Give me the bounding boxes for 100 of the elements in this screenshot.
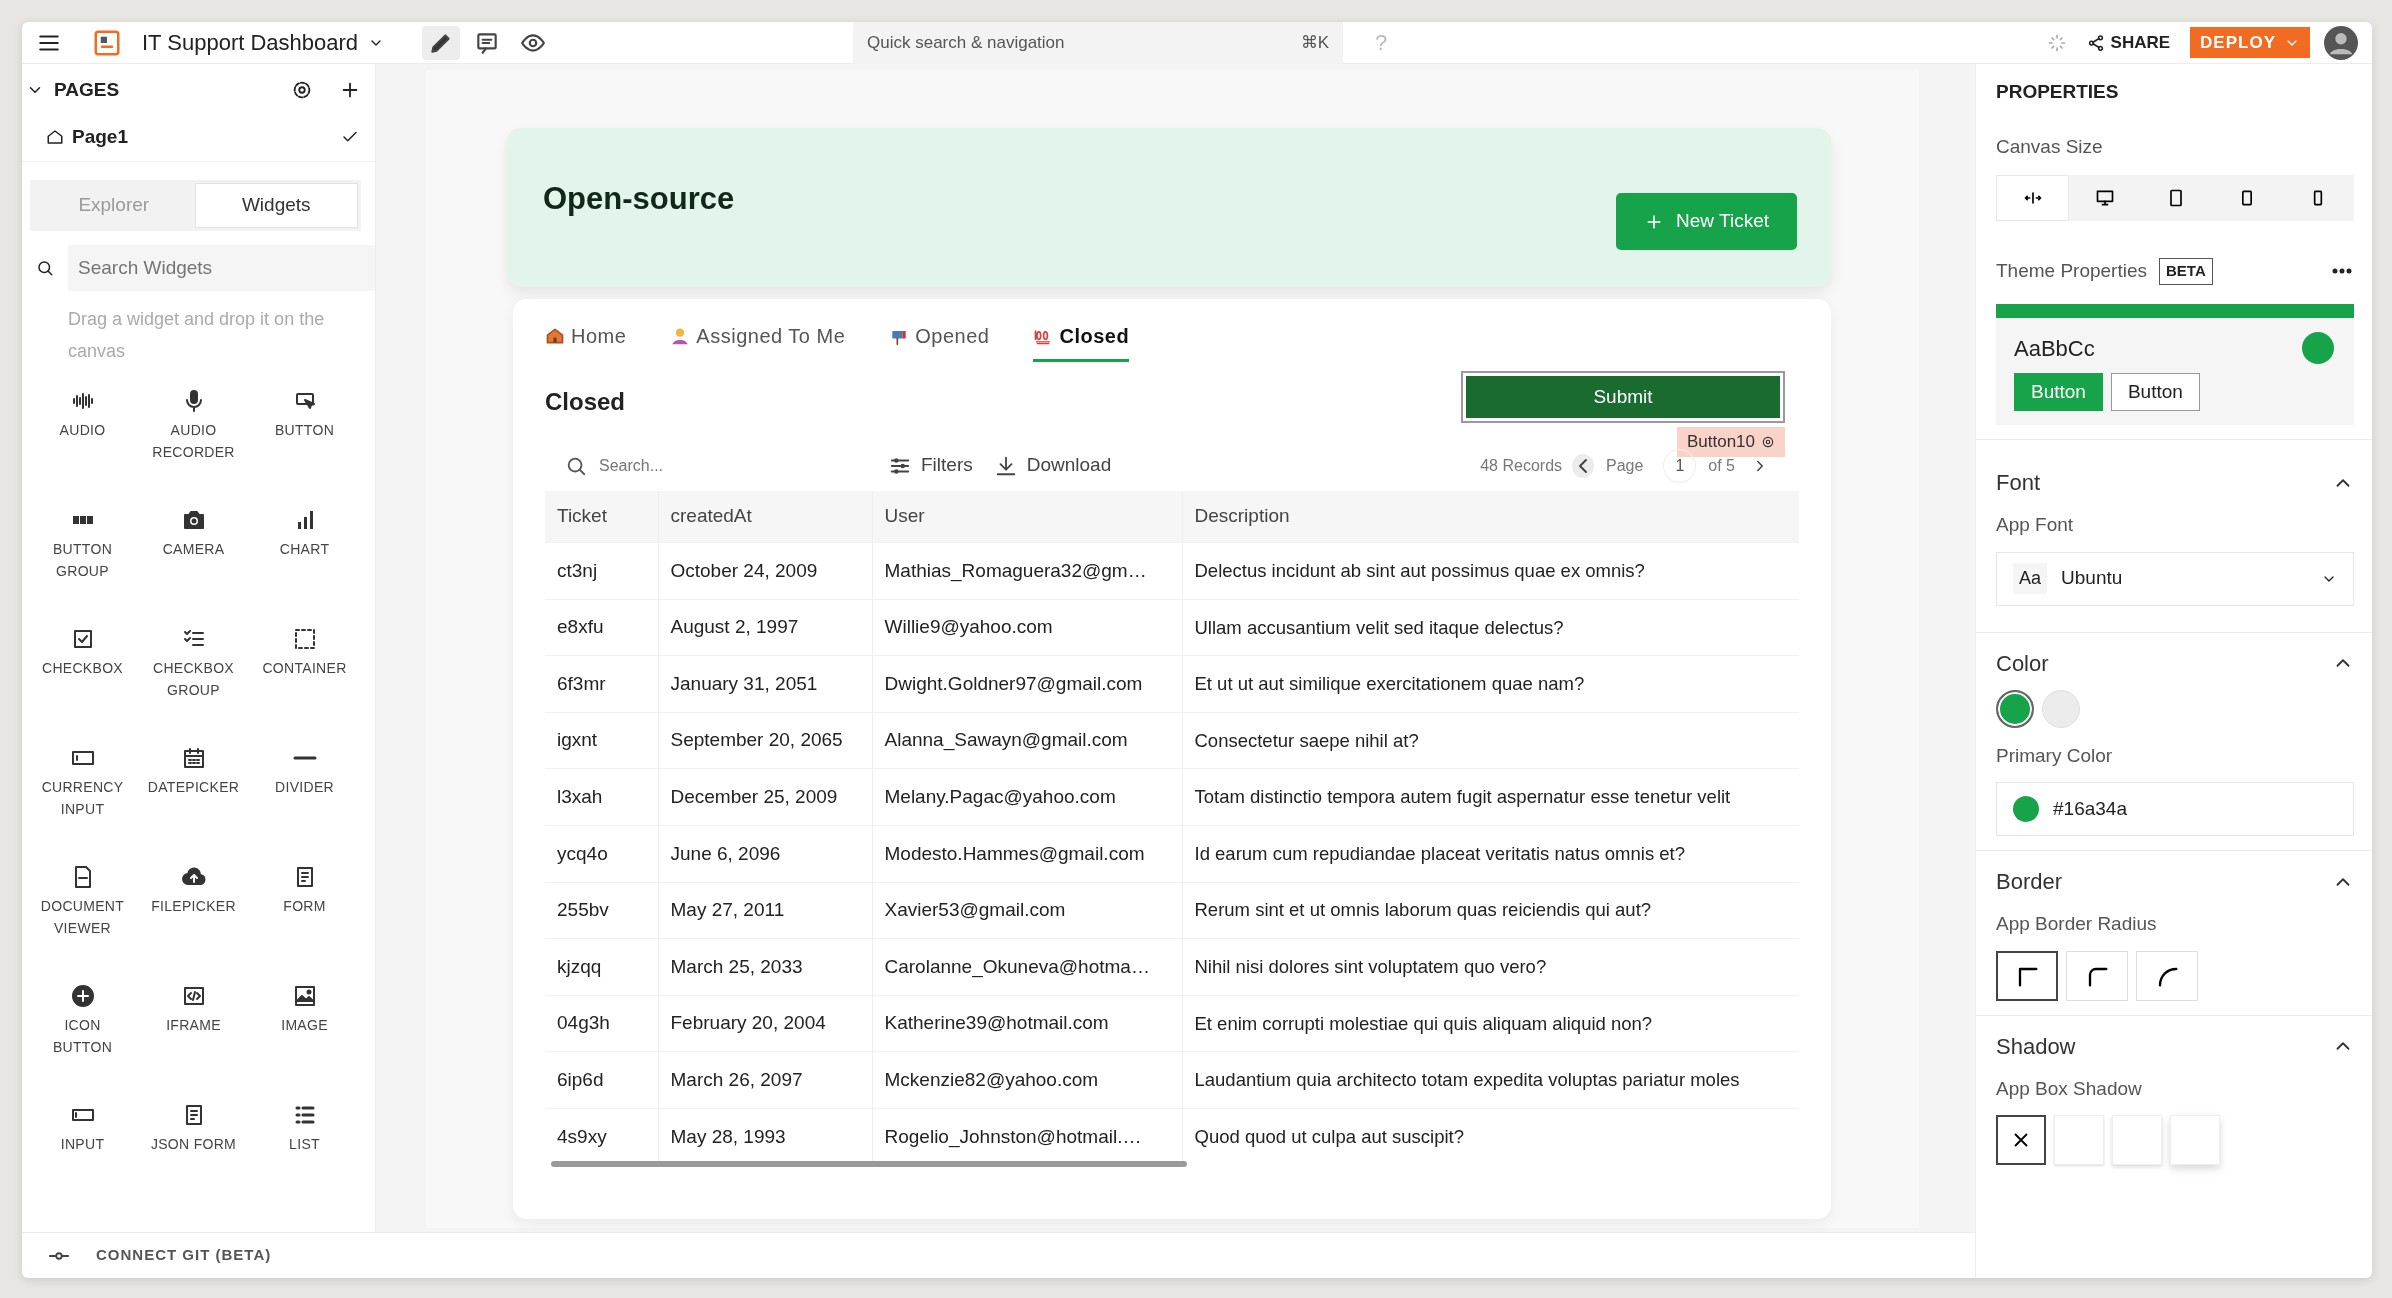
panel-tab[interactable]: Widgets (194, 183, 358, 228)
color-value: #16a34a (2053, 796, 2127, 821)
widget-tile[interactable]: BUTTON (249, 385, 360, 498)
desktop-icon (2094, 188, 2115, 208)
pencil-mode-button[interactable] (422, 25, 461, 60)
widget-tile[interactable]: FORM (249, 861, 360, 974)
quick-search-field[interactable]: Quick search & navigation ⌘K (853, 22, 1343, 64)
widget-tile[interactable]: ICON BUTTON (27, 980, 138, 1093)
table-cell: kjzqq (545, 938, 658, 996)
widget-tile[interactable]: CAMERA (138, 504, 249, 617)
share-icon (2086, 33, 2105, 52)
calendar-icon (181, 746, 206, 770)
field-label: Canvas Size (1996, 134, 2104, 159)
table-cell: l3xah (545, 768, 658, 826)
connect-git-button[interactable]: CONNECT GIT (BETA) (90, 1240, 278, 1271)
table-cell: Mathias_Romaguera32@gm… (872, 542, 1182, 600)
widget-tile[interactable]: CHECKBOX (27, 623, 138, 736)
widget-tile[interactable]: FILEPICKER (138, 861, 249, 974)
widget-tile[interactable]: BUTTON GROUP (27, 504, 138, 617)
table-cell: February 20, 2004 (658, 995, 872, 1052)
table-cell: Ullam accusantium velit sed itaque delectus? (1182, 599, 1799, 656)
table-cell: Consectetur saepe nihil at? (1182, 712, 1799, 769)
page-item[interactable]: Page1 (22, 112, 375, 162)
shadow-option[interactable] (1996, 1115, 2046, 1165)
font-select[interactable]: Aa Ubuntu (1996, 551, 2354, 606)
table-cell: Melany.Pagac@yahoo.com (872, 768, 1182, 826)
home-icon (46, 127, 64, 146)
table-search-field[interactable]: Search... (597, 452, 847, 479)
drag-hint: Drag a widget and drop it on the canvas (67, 308, 326, 363)
field-label: Theme Properties (1996, 259, 2147, 283)
column-header[interactable]: createdAt (658, 490, 872, 543)
widget-tile[interactable]: IFRAME (138, 980, 249, 1093)
table-cell: Willie9@yahoo.com (872, 599, 1182, 656)
column-header[interactable]: Ticket (545, 490, 658, 543)
column-header[interactable]: Description (1182, 490, 1799, 543)
previous-page-button[interactable] (1572, 453, 1595, 478)
share-button[interactable]: SHARE (2080, 25, 2177, 60)
table-cell: Quod quod ut culpa aut suscipit? (1182, 1108, 1799, 1166)
widget-tile[interactable]: IMAGE (249, 980, 360, 1093)
widget-tile[interactable]: AUDIO RECORDER (138, 385, 249, 498)
table-cell: May 27, 2011 (658, 882, 872, 939)
plus-circle-icon (70, 984, 95, 1008)
table-cell: March 25, 2033 (658, 938, 872, 996)
panel-title: PROPERTIES (1996, 80, 2120, 104)
radius-option[interactable] (1996, 950, 2058, 1001)
widget-tile[interactable]: DATEPICKER (138, 742, 249, 855)
table-cell: Alanna_Sawayn@gmail.com (872, 712, 1182, 769)
canvas-tab[interactable]: Home (545, 321, 627, 362)
widget-tile[interactable]: INPUT (27, 1099, 138, 1212)
widget-tile[interactable]: CURRENCY INPUT (27, 742, 138, 855)
field-label: App Font (1996, 513, 2075, 537)
field-label: App Border Radius (1996, 912, 2158, 936)
search-icon (36, 258, 54, 277)
canvas-tab[interactable]: Assigned To Me (670, 321, 846, 362)
secondary-sample-button[interactable]: Button (2110, 372, 2200, 411)
page-count: of 5 (1708, 455, 1735, 476)
section-heading: Font (1996, 469, 2041, 497)
table-cell: 255bv (545, 882, 658, 939)
widget-tile[interactable]: DIVIDER (249, 742, 360, 855)
table-cell: September 20, 2065 (658, 712, 872, 769)
download-button[interactable]: Download (988, 447, 1118, 484)
chevron-left-icon (1578, 457, 1589, 474)
search-placeholder: Quick search & navigation (867, 31, 1065, 54)
app-name-dropdown[interactable]: IT Support Dashboard (136, 22, 391, 63)
shortcut-hint: ⌘K (1300, 31, 1329, 54)
table-cell: ct3nj (545, 542, 658, 600)
table-cell: Nihil nisi dolores sint voluptatem quo vero? (1182, 938, 1799, 996)
table-cell: Totam distinctio tempora autem fugit aspernatur esse tenetur velit (1182, 768, 1799, 826)
column-header[interactable]: User (872, 490, 1182, 543)
section-heading: Border (1996, 868, 2063, 896)
widget-tile[interactable]: LIST (249, 1099, 360, 1212)
widget-tile[interactable]: CHECKBOX GROUP (138, 623, 249, 736)
table-cell: e8xfu (545, 599, 658, 656)
code-frame-icon (181, 984, 206, 1008)
widget-tile[interactable]: CONTAINER (249, 623, 360, 736)
page-title: Open-source (543, 180, 735, 219)
section-heading: Color (1996, 649, 2049, 678)
settings-icon (1761, 434, 1775, 449)
canvas-tab[interactable]: Closed (1033, 321, 1130, 362)
widget-search-field[interactable]: Search Widgets (68, 244, 375, 291)
section-title: Closed (545, 387, 625, 417)
widget-tile[interactable]: CHART (249, 504, 360, 617)
widget-tile[interactable]: AUDIO (27, 385, 138, 498)
color-swatch[interactable] (1996, 689, 2034, 728)
table-cell: Et ut ut aut similique exercitationem quae nam? (1182, 655, 1799, 713)
field-label: Primary Color (1996, 743, 2114, 768)
horizontal-scrollbar[interactable] (551, 1161, 1187, 1168)
table-cell: 6f3mr (545, 655, 658, 713)
table-cell: Laudantium quia architecto totam expedita voluptas pariatur moles (1182, 1051, 1799, 1109)
widget-name-tag[interactable]: Button10 (1676, 427, 1785, 457)
field-label: App Box Shadow (1996, 1076, 2143, 1101)
widget-tile[interactable]: JSON FORM (138, 1099, 249, 1212)
widget-tile[interactable]: DOCUMENT VIEWER (27, 861, 138, 974)
table-cell: ycq4o (545, 825, 658, 883)
primary-color-field[interactable]: #16a34a (1996, 782, 2354, 836)
canvas-tab[interactable]: Opened (889, 321, 990, 362)
table-cell: igxnt (545, 712, 658, 769)
dashed-square-icon (292, 627, 317, 651)
table-cell: October 24, 2009 (658, 542, 872, 600)
filters-button[interactable]: Filters (883, 447, 979, 484)
